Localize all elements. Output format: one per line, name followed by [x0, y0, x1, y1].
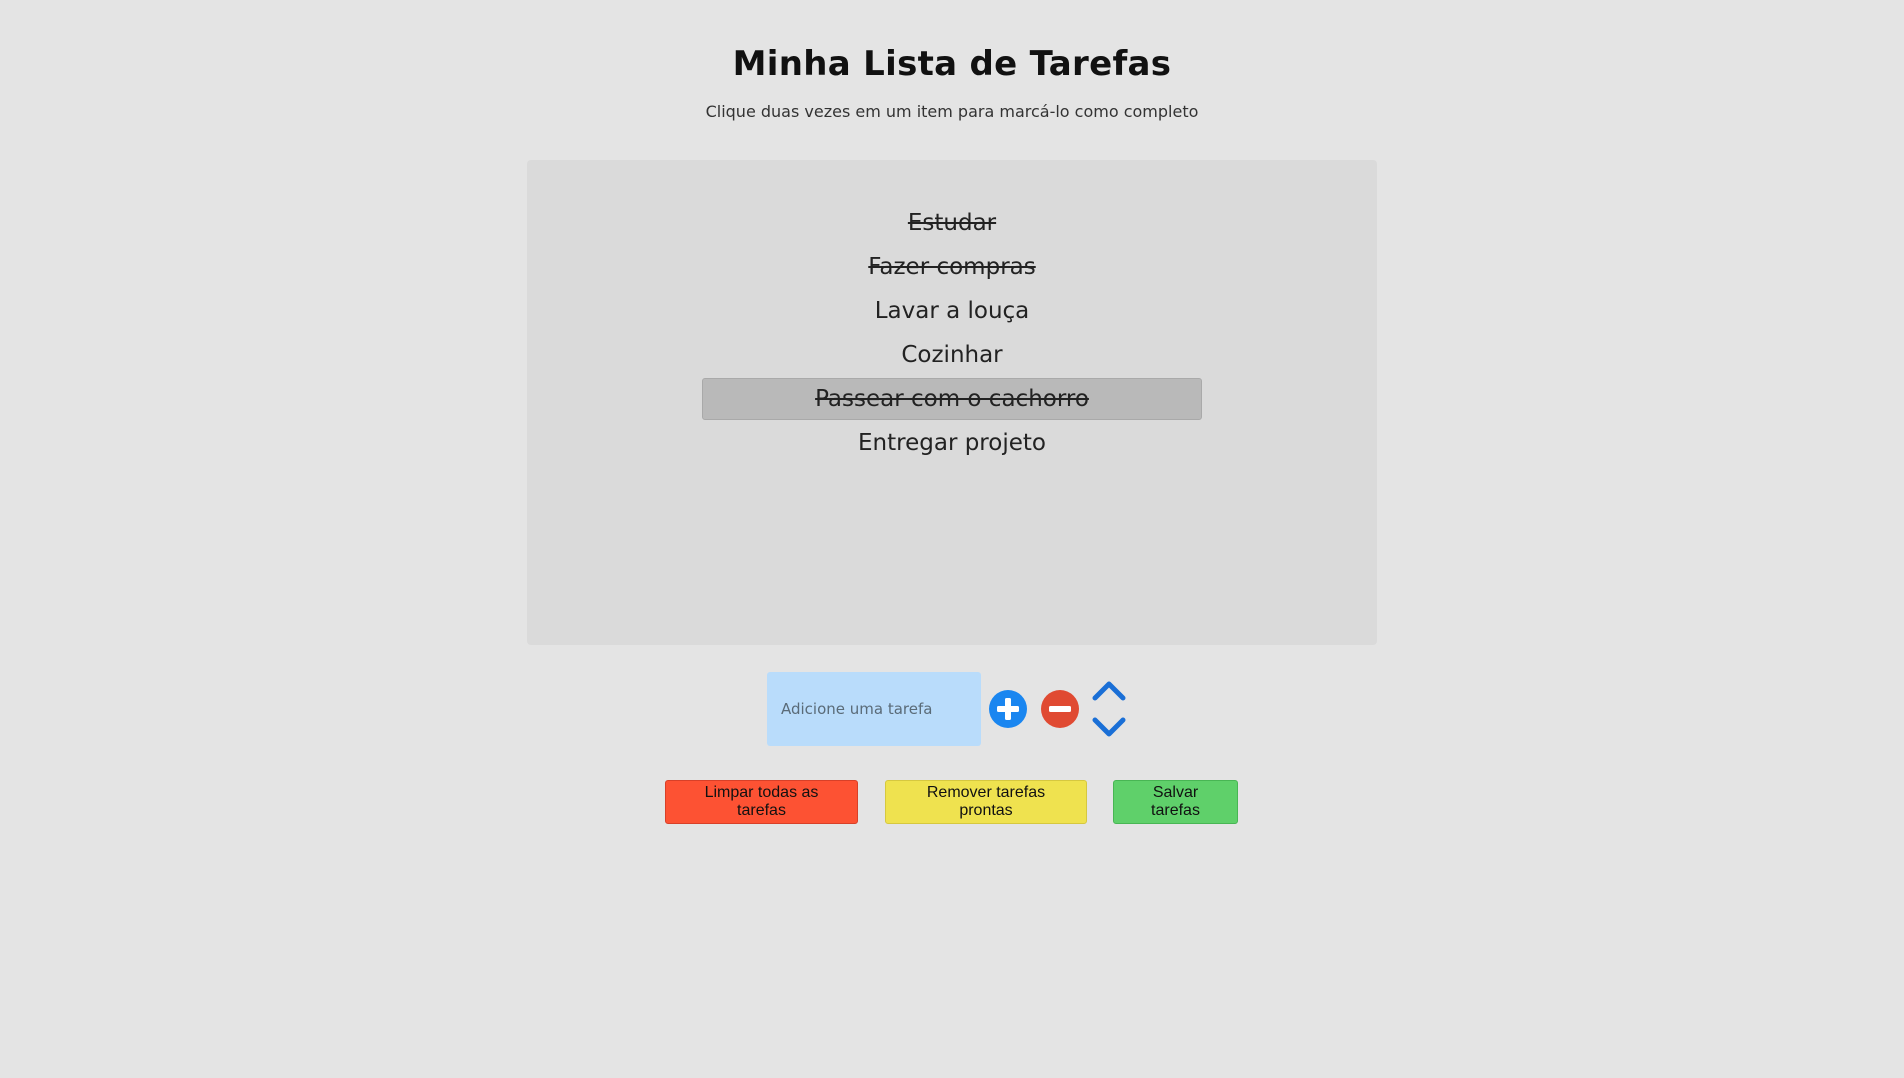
move-down-button[interactable]: [1091, 714, 1127, 744]
clear-all-button[interactable]: Limpar todas as tarefas: [665, 780, 858, 824]
task-item[interactable]: Lavar a louça: [702, 290, 1202, 332]
task-list: Estudar Fazer compras Lavar a louça Cozi…: [702, 202, 1202, 466]
plus-circle-icon: [989, 690, 1027, 728]
task-item[interactable]: Cozinhar: [702, 334, 1202, 376]
task-item[interactable]: Fazer compras: [702, 246, 1202, 288]
add-task-button[interactable]: [988, 689, 1028, 733]
page-subtitle: Clique duas vezes em um item para marcá-…: [705, 102, 1199, 121]
chevron-down-icon: [1092, 717, 1126, 737]
task-input[interactable]: [767, 672, 981, 746]
task-list-panel: Estudar Fazer compras Lavar a louça Cozi…: [527, 160, 1377, 645]
remove-task-button[interactable]: [1040, 689, 1080, 733]
move-up-button[interactable]: [1091, 678, 1127, 708]
task-item[interactable]: Estudar: [702, 202, 1202, 244]
page-title: Minha Lista de Tarefas: [732, 44, 1172, 84]
minus-circle-icon: [1041, 690, 1079, 728]
remove-done-button[interactable]: Remover tarefas prontas: [885, 780, 1087, 824]
page: Minha Lista de Tarefas Clique duas vezes…: [0, 0, 1904, 1078]
save-tasks-button[interactable]: Salvar tarefas: [1113, 780, 1238, 824]
task-item[interactable]: Entregar projeto: [702, 422, 1202, 464]
task-item[interactable]: Passear com o cachorro: [702, 378, 1202, 420]
chevron-up-icon: [1092, 681, 1126, 701]
